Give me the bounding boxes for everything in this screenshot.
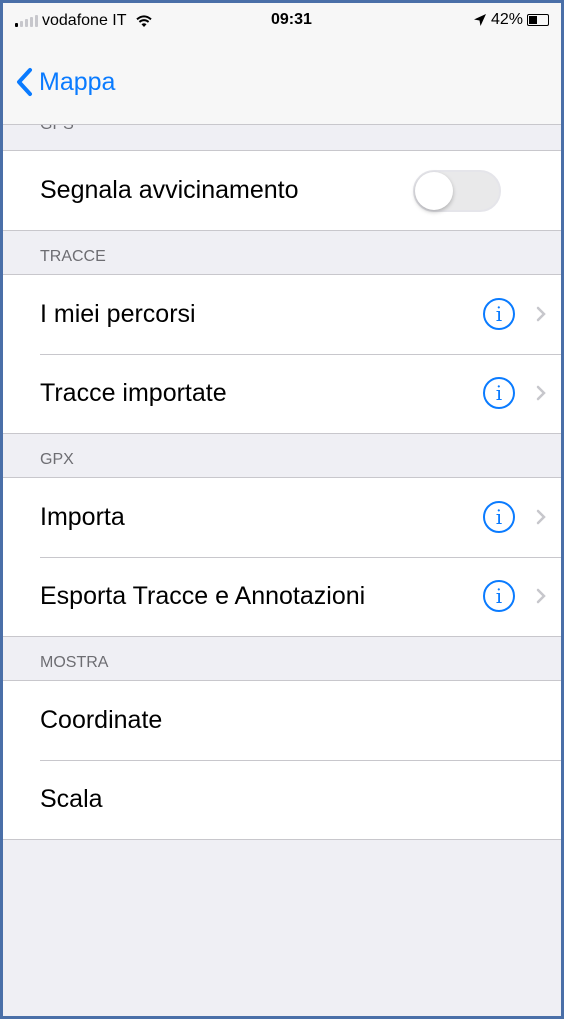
chevron-left-icon <box>17 68 32 96</box>
row-esporta-tracce-annotazioni[interactable]: Esporta Tracce e Annotazioni i <box>3 557 561 636</box>
row-label: Scala <box>40 785 103 813</box>
section-header-mostra: MOSTRA <box>3 637 561 681</box>
location-arrow-icon <box>473 14 486 26</box>
battery-icon <box>527 14 549 26</box>
proximity-alert-toggle[interactable] <box>413 170 501 212</box>
cellular-signal-icon <box>15 15 38 27</box>
chevron-right-icon <box>536 588 546 604</box>
screen: vodafone IT 09:31 42% Mappa Segnala avvi… <box>0 0 564 1019</box>
back-button-label: Mappa <box>39 67 116 96</box>
section-tracce: I miei percorsi i Tracce importate i <box>3 275 561 434</box>
row-label: Coordinate <box>40 706 163 734</box>
row-importa[interactable]: Importa i <box>3 478 561 557</box>
section-header-gps: GPS <box>3 125 561 151</box>
row-label: Tracce importate <box>40 379 227 407</box>
row-tracce-importate[interactable]: Tracce importate i <box>3 354 561 433</box>
chevron-right-icon <box>536 306 546 322</box>
info-icon[interactable]: i <box>483 501 515 533</box>
row-label: Esporta Tracce e Annotazioni <box>40 582 366 610</box>
section-gps: Segnala avvicinamento <box>3 151 561 231</box>
wifi-icon <box>135 15 152 27</box>
carrier-name: vodafone IT <box>42 12 127 29</box>
status-bar: vodafone IT 09:31 42% <box>3 3 561 37</box>
row-i-miei-percorsi[interactable]: I miei percorsi i <box>3 275 561 354</box>
section-mostra: Coordinate Scala <box>3 681 561 840</box>
navigation-bar: Mappa <box>3 37 561 125</box>
status-left: vodafone IT <box>15 12 153 30</box>
status-right: 42% <box>473 11 549 29</box>
settings-list: GPS Segnala avvicinamento TRACCE I miei … <box>3 125 561 840</box>
toggle-knob <box>415 172 453 210</box>
row-label: Segnala avvicinamento <box>40 176 299 204</box>
battery-level <box>529 16 538 24</box>
section-header-tracce: TRACCE <box>3 231 561 275</box>
chevron-right-icon <box>536 385 546 401</box>
info-icon[interactable]: i <box>483 580 515 612</box>
row-label: Importa <box>40 503 125 531</box>
battery-percent: 42% <box>490 11 523 28</box>
row-coordinate[interactable]: Coordinate <box>3 681 561 760</box>
chevron-right-icon <box>536 509 546 525</box>
section-header-gpx: GPX <box>3 434 561 478</box>
row-segnala-avvicinamento: Segnala avvicinamento <box>3 151 561 230</box>
back-button[interactable]: Mappa <box>15 67 115 97</box>
clock: 09:31 <box>271 11 312 28</box>
row-label: I miei percorsi <box>40 300 196 328</box>
row-scala[interactable]: Scala <box>3 760 561 839</box>
info-icon[interactable]: i <box>483 298 515 330</box>
info-icon[interactable]: i <box>483 377 515 409</box>
section-gpx: Importa i Esporta Tracce e Annotazioni i <box>3 478 561 637</box>
